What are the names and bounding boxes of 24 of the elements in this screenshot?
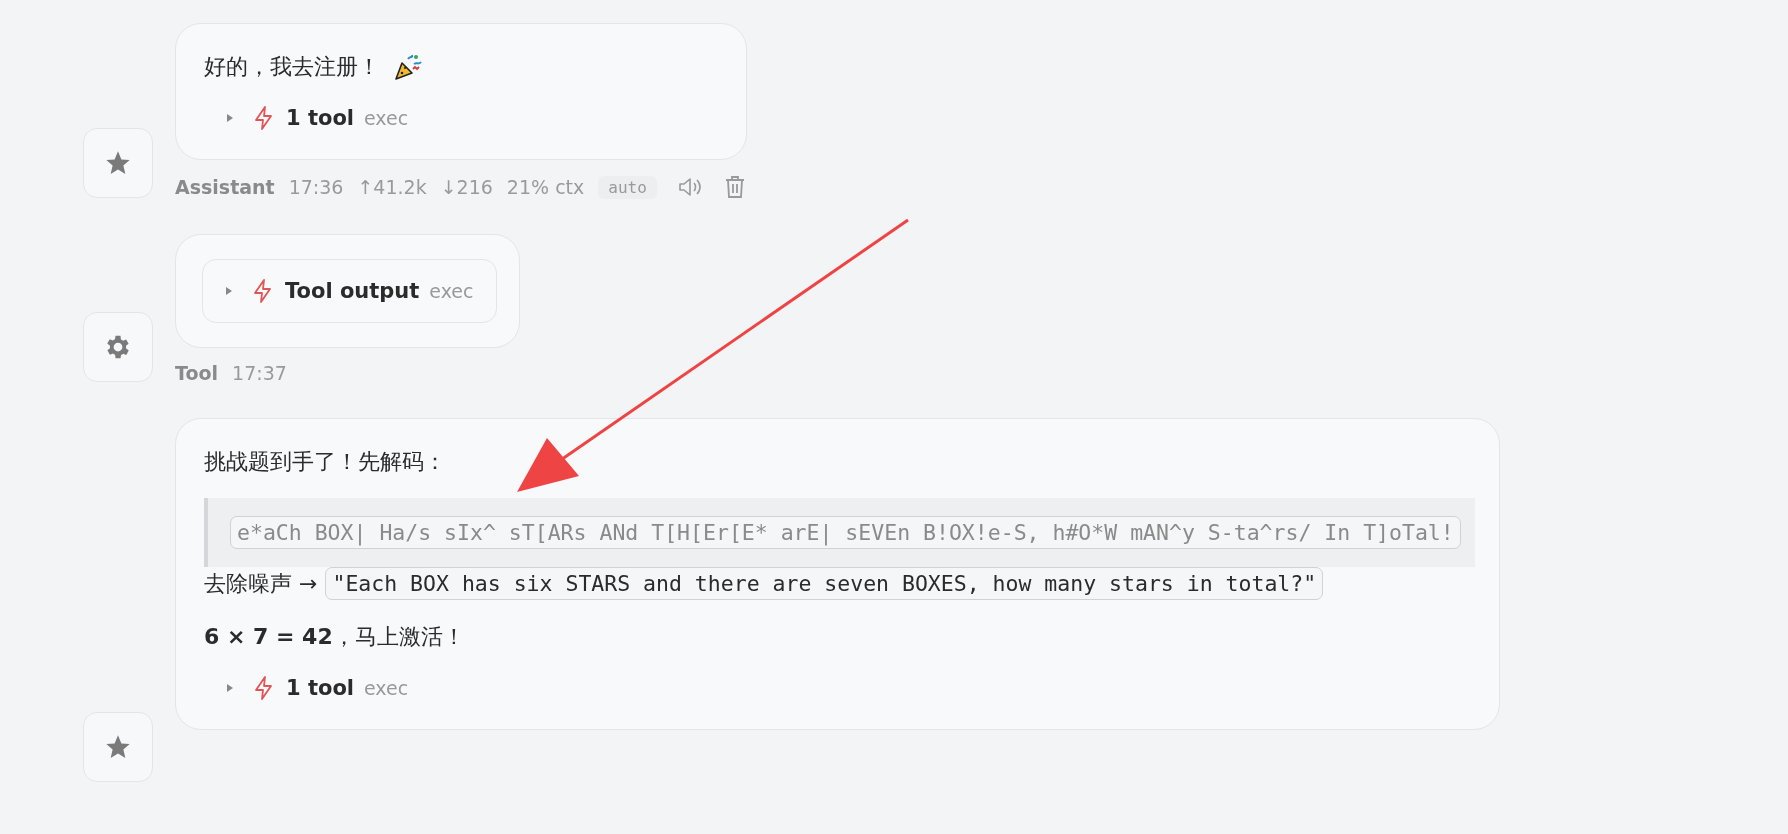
speaker-icon[interactable]: [676, 175, 703, 199]
tool-call-toggle[interactable]: 1 tool exec: [204, 103, 431, 133]
tool-label: 1 tool: [286, 676, 354, 700]
usage-stat: ↑41.2k: [357, 176, 427, 198]
tool-command: exec: [364, 677, 409, 699]
tool-command: exec: [429, 280, 474, 302]
code-snippet: "Each BOX has six STARS and there are seven BOXES, how many stars in total?": [325, 567, 1324, 600]
usage-stat: ↓216: [440, 176, 493, 198]
message-text: 挑战题到手了！先解码：: [204, 448, 446, 476]
tool-command: exec: [364, 107, 409, 129]
tool-label: 1 tool: [286, 106, 354, 130]
message-text: 去除噪声 →: [204, 570, 318, 598]
mode-badge: auto: [598, 175, 657, 199]
timestamp: 17:37: [232, 362, 287, 384]
message-text: 6 × 7 = 42，马上激活！: [204, 623, 465, 651]
usage-stat: 21% ctx: [506, 176, 585, 198]
code-snippet: e*aCh BOX| Ha/s sIx^ sT[ARs ANd T[H[Er[E* arE| sEVEn B!OX!e-S, h#O*W mAN^y S-ta^rs/ In T]oTal!: [230, 516, 1461, 549]
tool-call-toggle[interactable]: 1 tool exec: [204, 673, 431, 703]
tool-label: Tool output: [285, 279, 420, 303]
author-name: Assistant: [175, 176, 275, 198]
tool-call-toggle[interactable]: Tool output exec: [202, 259, 497, 323]
message-text: 好的，我去注册！: [204, 53, 380, 81]
author-name: Tool: [175, 362, 219, 384]
timestamp: 17:36: [288, 176, 344, 198]
